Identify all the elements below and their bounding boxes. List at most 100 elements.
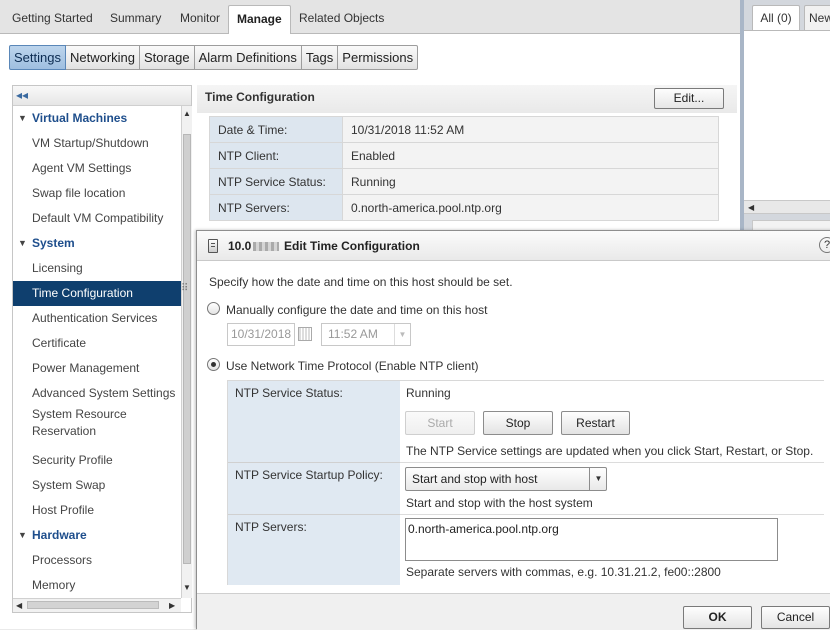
scroll-thumb[interactable] xyxy=(27,601,159,609)
calendar-icon[interactable] xyxy=(298,327,312,341)
expand-triangle-icon[interactable]: ▼ xyxy=(18,106,27,131)
ntp-policy-label: NTP Service Startup Policy: xyxy=(228,463,400,515)
expand-triangle-icon[interactable]: ▼ xyxy=(18,523,27,548)
ntp-status-label: NTP Service Status: xyxy=(228,381,400,463)
nav-item-security-profile[interactable]: Security Profile xyxy=(13,448,181,473)
scroll-down-icon[interactable]: ▼ xyxy=(183,583,191,592)
subtab-storage[interactable]: Storage xyxy=(140,45,195,70)
ntp-servers-label: NTP Servers: xyxy=(228,515,400,585)
ntp-radio[interactable] xyxy=(207,358,220,371)
scroll-thumb[interactable] xyxy=(183,134,191,564)
chevron-down-icon[interactable]: ▼ xyxy=(394,324,410,345)
nav-item-certificate[interactable]: Certificate xyxy=(13,331,181,356)
ntp-servers-input[interactable]: 0.north-america.pool.ntp.org xyxy=(405,518,778,561)
ntp-policy-cell: Start and stop with host ▼ Start and sto… xyxy=(400,463,824,515)
nav-item-swap-file-location[interactable]: Swap file location xyxy=(13,181,181,206)
nav-item-authentication-services[interactable]: Authentication Services xyxy=(13,306,181,331)
sub-tab-bar: Settings Networking Storage Alarm Defini… xyxy=(9,45,419,70)
row-value: 0.north-america.pool.ntp.org xyxy=(342,194,719,221)
top-tab-bar: Getting Started Summary Monitor Manage R… xyxy=(0,0,740,35)
subtab-tags[interactable]: Tags xyxy=(301,45,339,70)
row-value: 10/31/2018 11:52 AM xyxy=(342,116,719,143)
collapse-icon[interactable]: ◂◂ xyxy=(16,88,28,102)
tab-all[interactable]: All (0) xyxy=(752,5,800,31)
ok-button[interactable]: OK xyxy=(683,606,752,629)
tab-related-objects[interactable]: Related Objects xyxy=(299,9,384,27)
nav-item-power-management[interactable]: Power Management xyxy=(13,356,181,381)
nav-item-memory[interactable]: Memory xyxy=(13,573,181,598)
ntp-radio-label[interactable]: Use Network Time Protocol (Enable NTP cl… xyxy=(226,359,479,373)
table-row: Date & Time: 10/31/2018 11:52 AM xyxy=(209,116,719,143)
time-input[interactable]: 11:52 AM ▼ xyxy=(321,323,411,346)
dialog-host-name: 10.0 xyxy=(228,239,281,253)
tab-summary[interactable]: Summary xyxy=(110,9,161,27)
right-panel-scrollbar[interactable]: ◀ xyxy=(744,200,830,214)
start-button[interactable]: Start xyxy=(405,411,475,435)
scroll-up-icon[interactable]: ▲ xyxy=(183,109,191,118)
scroll-right-icon[interactable]: ▶ xyxy=(169,601,175,610)
table-row: NTP Service Status: Running xyxy=(209,168,719,195)
tab-new[interactable]: New xyxy=(804,5,830,31)
help-icon[interactable]: ? xyxy=(819,237,830,253)
nav-item-agent-vm-settings[interactable]: Agent VM Settings xyxy=(13,156,181,181)
manual-radio[interactable] xyxy=(207,302,220,315)
nav-horizontal-scrollbar[interactable]: ◀ ▶ xyxy=(13,598,181,612)
nav-item-processors[interactable]: Processors xyxy=(13,548,181,573)
row-key: NTP Client: xyxy=(209,142,343,169)
nav-item-default-vm-compatibility[interactable]: Default VM Compatibility xyxy=(13,206,181,231)
dialog-title: Edit Time Configuration xyxy=(284,239,420,253)
row-key: Date & Time: xyxy=(209,116,343,143)
splitter-grip-icon[interactable]: ⠿ xyxy=(181,283,188,294)
expand-triangle-icon[interactable]: ▼ xyxy=(18,231,27,256)
nav-item-vm-startup-shutdown[interactable]: VM Startup/Shutdown xyxy=(13,131,181,156)
subtab-permissions[interactable]: Permissions xyxy=(338,45,419,70)
host-icon xyxy=(208,239,218,253)
nav-group-system[interactable]: ▼ System xyxy=(13,231,181,256)
subtab-settings[interactable]: Settings xyxy=(9,45,66,70)
nav-item-time-configuration[interactable]: Time Configuration xyxy=(13,281,181,306)
nav-list: ▼ Virtual Machines VM Startup/Shutdown Ag… xyxy=(13,106,181,598)
scroll-left-icon[interactable]: ◀ xyxy=(748,203,754,212)
nav-item-system-resource-reservation[interactable]: System Resource Reservation xyxy=(13,402,181,444)
nav-vertical-scrollbar[interactable]: ▲ ▼ xyxy=(181,106,192,598)
ntp-servers-cell: 0.north-america.pool.ntp.org Separate se… xyxy=(400,515,824,585)
nav-group-hardware[interactable]: ▼ Hardware xyxy=(13,523,181,548)
scroll-left-icon[interactable]: ◀ xyxy=(16,601,22,610)
redacted-host-mask xyxy=(253,242,280,252)
tab-getting-started[interactable]: Getting Started xyxy=(12,9,93,27)
subtab-alarm-definitions[interactable]: Alarm Definitions xyxy=(194,45,302,70)
cancel-button[interactable]: Cancel xyxy=(761,606,830,629)
settings-nav: ◂◂ ▼ Virtual Machines VM Startup/Shutdown… xyxy=(12,85,192,613)
ntp-policy-note: Start and stop with the host system xyxy=(406,496,593,510)
restart-button[interactable]: Restart xyxy=(561,411,630,435)
tab-monitor[interactable]: Monitor xyxy=(180,9,220,27)
ntp-status-value: Running xyxy=(406,386,451,400)
row-value: Enabled xyxy=(342,142,719,169)
stop-button[interactable]: Stop xyxy=(483,411,553,435)
subtab-networking[interactable]: Networking xyxy=(65,45,141,70)
edit-button[interactable]: Edit... xyxy=(654,88,724,109)
nav-item-licensing[interactable]: Licensing xyxy=(13,256,181,281)
dialog-footer: OK Cancel xyxy=(197,593,830,630)
nav-group-virtual-machines[interactable]: ▼ Virtual Machines xyxy=(13,106,181,131)
manual-radio-label[interactable]: Manually configure the date and time on … xyxy=(226,303,488,317)
startup-policy-value: Start and stop with host xyxy=(412,472,538,486)
dialog-description: Specify how the date and time on this ho… xyxy=(209,275,513,289)
date-input[interactable]: 10/31/2018 xyxy=(227,323,295,346)
startup-policy-select[interactable]: Start and stop with host ▼ xyxy=(405,467,607,491)
edit-time-config-dialog: 10.0 Edit Time Configuration ? Specify h… xyxy=(196,230,830,630)
time-config-title: Time Configuration xyxy=(205,90,315,104)
row-value: Running xyxy=(342,168,719,195)
ntp-servers-note: Separate servers with commas, e.g. 10.31… xyxy=(406,565,721,579)
right-panel-list xyxy=(744,30,830,200)
nav-collapse-bar[interactable]: ◂◂ xyxy=(13,86,191,106)
row-key: NTP Servers: xyxy=(209,194,343,221)
time-config-table: Date & Time: 10/31/2018 11:52 AM NTP Cli… xyxy=(209,116,719,221)
nav-item-system-swap[interactable]: System Swap xyxy=(13,473,181,498)
ntp-status-note: The NTP Service settings are updated whe… xyxy=(406,444,814,458)
nav-item-host-profile[interactable]: Host Profile xyxy=(13,498,181,523)
tab-manage[interactable]: Manage xyxy=(228,5,291,35)
row-key: NTP Service Status: xyxy=(209,168,343,195)
chevron-down-icon[interactable]: ▼ xyxy=(589,468,607,490)
dialog-titlebar[interactable]: 10.0 Edit Time Configuration ? xyxy=(197,231,830,261)
